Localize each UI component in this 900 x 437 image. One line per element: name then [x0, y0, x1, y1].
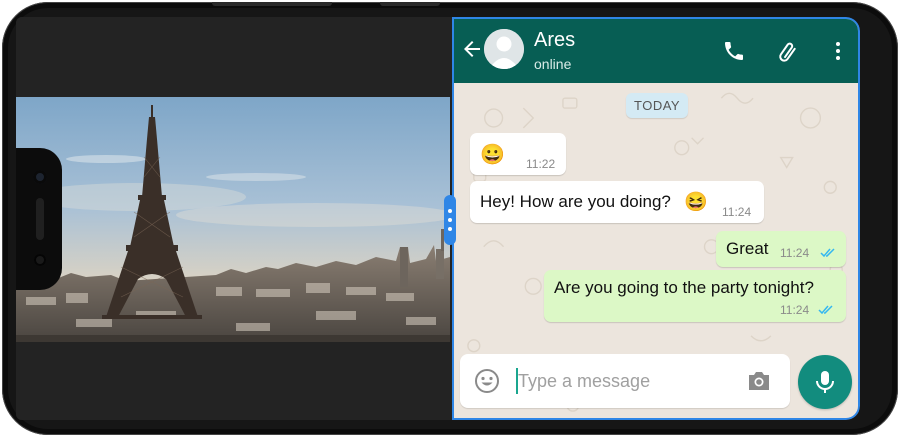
- eiffel-tower-photo[interactable]: [16, 97, 450, 342]
- chat-header: Ares online: [454, 19, 858, 83]
- outgoing-message[interactable]: Are you going to the party tonight? 11:2…: [544, 270, 846, 322]
- camera-icon[interactable]: [746, 369, 772, 393]
- message-emoji: 😆: [684, 192, 708, 213]
- outgoing-message[interactable]: Great 11:24: [716, 231, 846, 267]
- front-camera: [33, 170, 47, 184]
- incoming-message[interactable]: 😀 11:22: [470, 133, 566, 175]
- voice-message-button[interactable]: [798, 355, 852, 409]
- message-emoji: 😀: [480, 144, 505, 166]
- date-separator: TODAY: [626, 93, 689, 118]
- contact-status: online: [534, 56, 572, 72]
- default-avatar-icon: [484, 29, 524, 69]
- chat-pane: Ares online TODAY 😀 11:22 Hey! How are y…: [452, 17, 860, 420]
- message-input[interactable]: [518, 366, 738, 396]
- photo-viewer-pane[interactable]: [16, 17, 450, 420]
- divider-dot: [448, 218, 452, 222]
- kebab-menu-icon[interactable]: [826, 39, 850, 63]
- paperclip-icon[interactable]: [776, 39, 800, 63]
- read-receipt-icon: [820, 248, 835, 258]
- power-button: [380, 2, 440, 6]
- message-time: 11:24: [722, 205, 752, 219]
- message-text: Great: [726, 239, 769, 258]
- message-composer: [460, 354, 790, 408]
- arrow-left-icon[interactable]: [460, 37, 484, 61]
- smiley-icon[interactable]: [474, 368, 500, 394]
- read-receipt-icon: [818, 305, 833, 315]
- message-time: 11:24: [780, 303, 810, 317]
- proximity-sensor: [34, 254, 46, 266]
- incoming-message[interactable]: Hey! How are you doing? 😆 11:24: [470, 181, 764, 223]
- message-text: Are you going to the party tonight?: [554, 278, 814, 297]
- display-notch: [16, 148, 62, 290]
- contact-name[interactable]: Ares: [534, 29, 575, 52]
- message-time: 11:24: [780, 246, 810, 260]
- volume-button: [212, 2, 332, 6]
- avatar[interactable]: [484, 29, 524, 69]
- split-screen: Ares online TODAY 😀 11:22 Hey! How are y…: [16, 17, 860, 420]
- phone-icon[interactable]: [722, 39, 746, 63]
- message-text: Hey! How are you doing?: [480, 192, 671, 211]
- microphone-icon: [816, 371, 834, 393]
- divider-dot: [448, 209, 452, 213]
- message-time: 11:22: [526, 157, 556, 171]
- earpiece-speaker: [36, 198, 44, 240]
- split-screen-divider-handle[interactable]: [444, 195, 456, 245]
- divider-dot: [448, 227, 452, 231]
